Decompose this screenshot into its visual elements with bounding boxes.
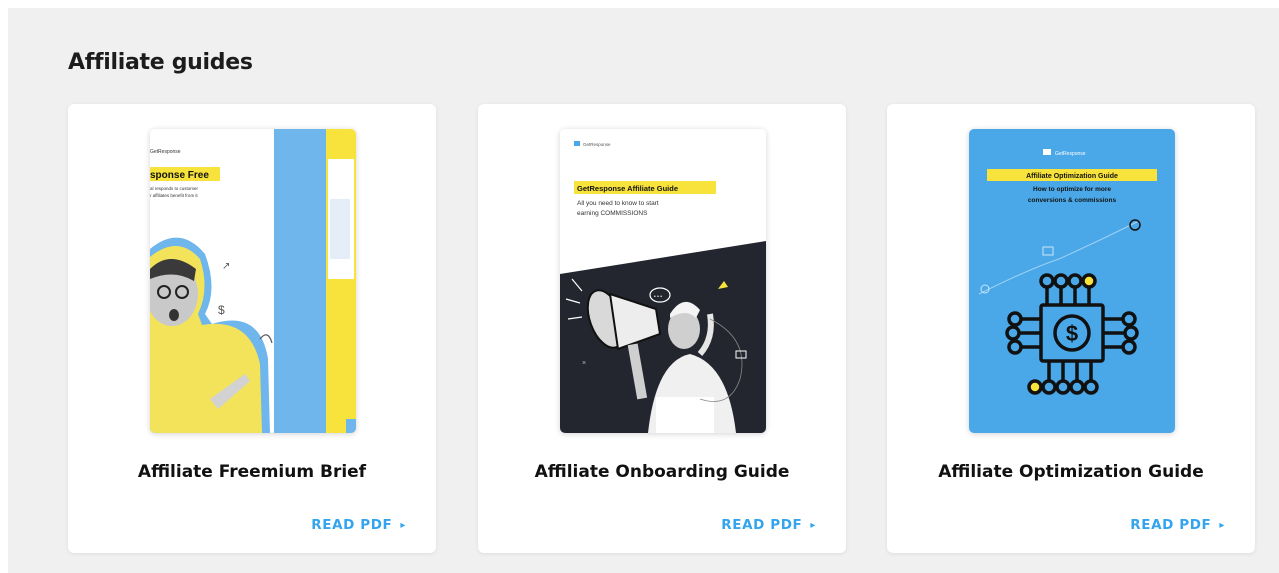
guide-card-optimization-guide: GetResponse Affiliate Optimization Guide… (887, 104, 1255, 553)
card-title: Affiliate Onboarding Guide (534, 462, 790, 482)
guide-card-freemium-brief: GetResponse sponse Free al responds to c… (68, 104, 436, 553)
guide-card-onboarding-guide: GetResponse GetResponse Affiliate Guide … (478, 104, 846, 553)
chevron-right-icon: ▸ (400, 519, 406, 531)
cover2-line2: earning COMMISSIONS (577, 210, 648, 217)
cover1-line1: al responds to customer (150, 186, 199, 191)
affiliate-guides-section: Affiliate guides GetResponse sponse Free… (8, 8, 1279, 573)
cover-optimization-image: GetResponse Affiliate Optimization Guide… (969, 129, 1175, 433)
cover3-line1: How to optimize for more (1033, 186, 1111, 193)
cover-onboarding-image: GetResponse GetResponse Affiliate Guide … (560, 129, 766, 433)
cover-freemium-image: GetResponse sponse Free al responds to c… (150, 129, 356, 433)
cover3-headline: Affiliate Optimization Guide (1026, 173, 1118, 180)
chevron-right-icon: ▸ (1219, 519, 1225, 531)
svg-text:×: × (582, 360, 586, 367)
cover-onboarding-guide[interactable]: GetResponse GetResponse Affiliate Guide … (560, 129, 766, 433)
cover2-headline: GetResponse Affiliate Guide (577, 184, 678, 193)
svg-text:↗: ↗ (222, 261, 230, 272)
cover3-line2: conversions & commissions (1028, 197, 1117, 204)
cover1-headline: sponse Free (150, 170, 209, 181)
section-title: Affiliate guides (68, 50, 253, 75)
read-pdf-label[interactable]: READ PDF (1130, 517, 1211, 533)
read-pdf-label[interactable]: READ PDF (721, 517, 802, 533)
read-pdf-link[interactable]: READ PDF ▸ (1130, 517, 1225, 533)
card-title: Affiliate Freemium Brief (137, 462, 367, 482)
cover2-line1: All you need to know to start (577, 200, 659, 207)
cover3-brand: GetResponse (1055, 151, 1086, 157)
read-pdf-link[interactable]: READ PDF ▸ (721, 517, 816, 533)
svg-text:$: $ (218, 303, 225, 317)
cover-optimization-guide[interactable]: GetResponse Affiliate Optimization Guide… (969, 129, 1175, 433)
cover1-line2: r affiliates benefit from it (150, 193, 198, 198)
cover2-brand: GetResponse (583, 142, 611, 147)
read-pdf-link[interactable]: READ PDF ▸ (311, 517, 406, 533)
cover1-brand: GetResponse (150, 149, 181, 155)
svg-text:• • •: • • • (654, 294, 662, 300)
card-title: Affiliate Optimization Guide (938, 462, 1204, 482)
chevron-right-icon: ▸ (810, 519, 816, 531)
svg-text:$: $ (1066, 321, 1078, 346)
read-pdf-label[interactable]: READ PDF (311, 517, 392, 533)
cover-freemium-brief[interactable]: GetResponse sponse Free al responds to c… (150, 129, 356, 433)
